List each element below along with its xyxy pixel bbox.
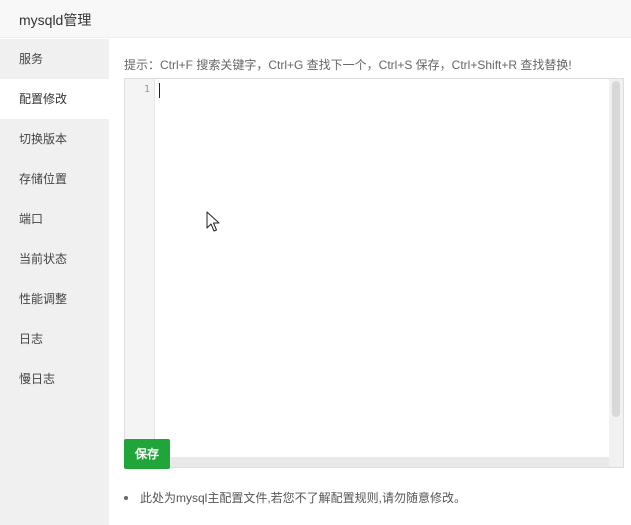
sidebar: 服务 配置修改 切换版本 存储位置 端口 当前状态 性能调整 日志 慢日志 bbox=[0, 39, 109, 525]
sidebar-item-port[interactable]: 端口 bbox=[0, 199, 109, 239]
notes-list: 此处为mysql主配置文件,若您不了解配置规则,请勿随意修改。 bbox=[124, 490, 466, 506]
sidebar-item-config-edit[interactable]: 配置修改 bbox=[0, 79, 109, 119]
sidebar-item-storage-location[interactable]: 存储位置 bbox=[0, 159, 109, 199]
save-button[interactable]: 保存 bbox=[124, 439, 170, 469]
sidebar-item-service[interactable]: 服务 bbox=[0, 39, 109, 79]
line-number: 1 bbox=[143, 84, 150, 95]
text-caret bbox=[159, 83, 160, 98]
sidebar-item-performance-tuning[interactable]: 性能调整 bbox=[0, 279, 109, 319]
note-item: 此处为mysql主配置文件,若您不了解配置规则,请勿随意修改。 bbox=[124, 490, 466, 506]
line-number-gutter: 1 bbox=[125, 79, 155, 467]
sidebar-item-current-status[interactable]: 当前状态 bbox=[0, 239, 109, 279]
bullet-icon bbox=[124, 496, 128, 500]
sidebar-item-log[interactable]: 日志 bbox=[0, 319, 109, 359]
note-text: 此处为mysql主配置文件,若您不了解配置规则,请勿随意修改。 bbox=[140, 491, 467, 505]
sidebar-item-slow-log[interactable]: 慢日志 bbox=[0, 359, 109, 399]
shortcut-hint: 提示：Ctrl+F 搜索关键字，Ctrl+G 查找下一个，Ctrl+S 保存，C… bbox=[124, 58, 572, 72]
sidebar-item-switch-version[interactable]: 切换版本 bbox=[0, 119, 109, 159]
editor-text-area[interactable] bbox=[155, 79, 609, 457]
horizontal-scrollbar[interactable] bbox=[125, 457, 609, 467]
vertical-scrollbar[interactable] bbox=[609, 79, 623, 467]
scrollbar-thumb[interactable] bbox=[612, 81, 620, 417]
cursor-arrow-icon bbox=[206, 211, 220, 232]
mysqld-manager-window: mysqld管理 服务 配置修改 切换版本 存储位置 端口 当前状态 性能调整 … bbox=[0, 0, 631, 525]
config-code-editor[interactable]: 1 bbox=[124, 78, 624, 468]
title-bar: mysqld管理 bbox=[0, 0, 631, 38]
config-edit-panel: 提示：Ctrl+F 搜索关键字，Ctrl+G 查找下一个，Ctrl+S 保存，C… bbox=[109, 39, 631, 525]
window-title: mysqld管理 bbox=[19, 12, 92, 28]
